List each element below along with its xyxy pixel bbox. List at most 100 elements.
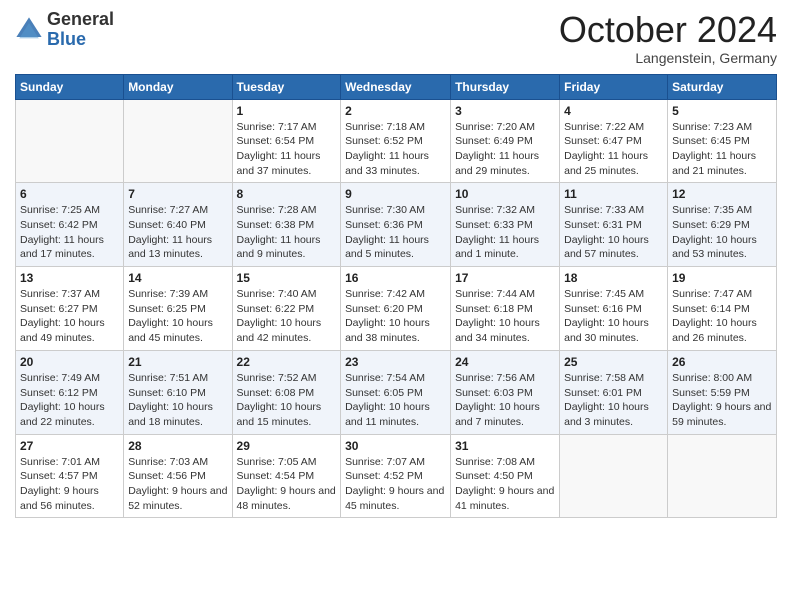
day-info: Sunrise: 7:35 AM Sunset: 6:29 PM Dayligh…	[672, 203, 772, 262]
calendar-cell: 31 Sunrise: 7:08 AM Sunset: 4:50 PM Dayli…	[451, 434, 560, 518]
day-info: Sunrise: 7:51 AM Sunset: 6:10 PM Dayligh…	[128, 371, 227, 430]
day-info: Sunrise: 7:20 AM Sunset: 6:49 PM Dayligh…	[455, 120, 555, 179]
day-info: Sunrise: 7:28 AM Sunset: 6:38 PM Dayligh…	[237, 203, 337, 262]
day-number: 25	[564, 355, 663, 369]
calendar-cell: 13 Sunrise: 7:37 AM Sunset: 6:27 PM Dayli…	[16, 267, 124, 351]
day-info: Sunrise: 7:45 AM Sunset: 6:16 PM Dayligh…	[564, 287, 663, 346]
calendar-cell: 20 Sunrise: 7:49 AM Sunset: 6:12 PM Dayli…	[16, 350, 124, 434]
day-number: 20	[20, 355, 119, 369]
day-number: 26	[672, 355, 772, 369]
calendar-cell: 15 Sunrise: 7:40 AM Sunset: 6:22 PM Dayli…	[232, 267, 341, 351]
day-info: Sunrise: 7:08 AM Sunset: 4:50 PM Dayligh…	[455, 455, 555, 514]
day-info: Sunrise: 7:54 AM Sunset: 6:05 PM Dayligh…	[345, 371, 446, 430]
calendar-cell: 23Sunrise: 7:54 AM Sunset: 6:05 PM Dayli…	[341, 350, 451, 434]
day-info: Sunrise: 7:56 AM Sunset: 6:03 PM Dayligh…	[455, 371, 555, 430]
calendar-week-row: 27 Sunrise: 7:01 AM Sunset: 4:57 PM Dayli…	[16, 434, 777, 518]
day-info: Sunrise: 7:18 AM Sunset: 6:52 PM Dayligh…	[345, 120, 446, 179]
calendar-cell: 7Sunrise: 7:27 AM Sunset: 6:40 PM Daylig…	[124, 183, 232, 267]
calendar-cell: 18 Sunrise: 7:45 AM Sunset: 6:16 PM Dayli…	[560, 267, 668, 351]
day-info: Sunrise: 7:52 AM Sunset: 6:08 PM Dayligh…	[237, 371, 337, 430]
day-number: 30	[345, 439, 446, 453]
day-number: 9	[345, 187, 446, 201]
day-number: 17	[455, 271, 555, 285]
day-number: 6	[20, 187, 119, 201]
logo-icon	[15, 16, 43, 44]
calendar-cell: 30 Sunrise: 7:07 AM Sunset: 4:52 PM Dayli…	[341, 434, 451, 518]
day-number: 14	[128, 271, 227, 285]
day-info: Sunrise: 7:42 AM Sunset: 6:20 PM Dayligh…	[345, 287, 446, 346]
month-title: October 2024	[559, 10, 777, 50]
day-number: 22	[237, 355, 337, 369]
day-info: Sunrise: 7:07 AM Sunset: 4:52 PM Dayligh…	[345, 455, 446, 514]
title-block: October 2024 Langenstein, Germany	[559, 10, 777, 66]
calendar-table: SundayMondayTuesdayWednesdayThursdayFrid…	[15, 74, 777, 519]
calendar-cell: 8 Sunrise: 7:28 AM Sunset: 6:38 PM Daylig…	[232, 183, 341, 267]
calendar-week-row: 6Sunrise: 7:25 AM Sunset: 6:42 PM Daylig…	[16, 183, 777, 267]
day-info: Sunrise: 7:37 AM Sunset: 6:27 PM Dayligh…	[20, 287, 119, 346]
day-number: 15	[237, 271, 337, 285]
day-number: 18	[564, 271, 663, 285]
day-number: 7	[128, 187, 227, 201]
day-number: 11	[564, 187, 663, 201]
logo-general: General	[47, 9, 114, 29]
day-number: 13	[20, 271, 119, 285]
day-number: 10	[455, 187, 555, 201]
calendar-cell: 26 Sunrise: 8:00 AM Sunset: 5:59 PM Dayli…	[668, 350, 777, 434]
day-number: 24	[455, 355, 555, 369]
day-number: 3	[455, 104, 555, 118]
calendar-cell: 27 Sunrise: 7:01 AM Sunset: 4:57 PM Dayli…	[16, 434, 124, 518]
day-info: Sunrise: 7:47 AM Sunset: 6:14 PM Dayligh…	[672, 287, 772, 346]
day-number: 12	[672, 187, 772, 201]
calendar-cell: 29Sunrise: 7:05 AM Sunset: 4:54 PM Dayli…	[232, 434, 341, 518]
calendar-week-row: 13 Sunrise: 7:37 AM Sunset: 6:27 PM Dayli…	[16, 267, 777, 351]
day-info: Sunrise: 7:30 AM Sunset: 6:36 PM Dayligh…	[345, 203, 446, 262]
day-number: 2	[345, 104, 446, 118]
page: General Blue October 2024 Langenstein, G…	[0, 0, 792, 612]
calendar-cell: 14 Sunrise: 7:39 AM Sunset: 6:25 PM Dayli…	[124, 267, 232, 351]
header: General Blue October 2024 Langenstein, G…	[15, 10, 777, 66]
day-info: Sunrise: 7:32 AM Sunset: 6:33 PM Dayligh…	[455, 203, 555, 262]
location-subtitle: Langenstein, Germany	[559, 50, 777, 66]
calendar-cell: 24 Sunrise: 7:56 AM Sunset: 6:03 PM Dayli…	[451, 350, 560, 434]
calendar-cell: 16Sunrise: 7:42 AM Sunset: 6:20 PM Dayli…	[341, 267, 451, 351]
col-header-sunday: Sunday	[16, 74, 124, 99]
day-info: Sunrise: 7:39 AM Sunset: 6:25 PM Dayligh…	[128, 287, 227, 346]
day-info: Sunrise: 7:17 AM Sunset: 6:54 PM Dayligh…	[237, 120, 337, 179]
calendar-week-row: 20 Sunrise: 7:49 AM Sunset: 6:12 PM Dayli…	[16, 350, 777, 434]
logo-blue: Blue	[47, 29, 86, 49]
calendar-cell	[124, 99, 232, 183]
col-header-monday: Monday	[124, 74, 232, 99]
col-header-saturday: Saturday	[668, 74, 777, 99]
day-info: Sunrise: 7:49 AM Sunset: 6:12 PM Dayligh…	[20, 371, 119, 430]
calendar-cell: 9 Sunrise: 7:30 AM Sunset: 6:36 PM Daylig…	[341, 183, 451, 267]
logo: General Blue	[15, 10, 114, 50]
day-number: 1	[237, 104, 337, 118]
day-number: 4	[564, 104, 663, 118]
calendar-cell: 2 Sunrise: 7:18 AM Sunset: 6:52 PM Daylig…	[341, 99, 451, 183]
calendar-cell: 6Sunrise: 7:25 AM Sunset: 6:42 PM Daylig…	[16, 183, 124, 267]
calendar-cell	[16, 99, 124, 183]
day-number: 28	[128, 439, 227, 453]
calendar-cell: 5Sunrise: 7:23 AM Sunset: 6:45 PM Daylig…	[668, 99, 777, 183]
day-info: Sunrise: 7:03 AM Sunset: 4:56 PM Dayligh…	[128, 455, 227, 514]
calendar-cell: 28 Sunrise: 7:03 AM Sunset: 4:56 PM Dayli…	[124, 434, 232, 518]
day-info: Sunrise: 7:44 AM Sunset: 6:18 PM Dayligh…	[455, 287, 555, 346]
day-number: 27	[20, 439, 119, 453]
calendar-cell: 10 Sunrise: 7:32 AM Sunset: 6:33 PM Dayli…	[451, 183, 560, 267]
day-number: 8	[237, 187, 337, 201]
calendar-cell: 22 Sunrise: 7:52 AM Sunset: 6:08 PM Dayli…	[232, 350, 341, 434]
calendar-cell: 1 Sunrise: 7:17 AM Sunset: 6:54 PM Daylig…	[232, 99, 341, 183]
day-info: Sunrise: 7:22 AM Sunset: 6:47 PM Dayligh…	[564, 120, 663, 179]
day-info: Sunrise: 7:58 AM Sunset: 6:01 PM Dayligh…	[564, 371, 663, 430]
col-header-tuesday: Tuesday	[232, 74, 341, 99]
day-number: 31	[455, 439, 555, 453]
calendar-cell: 25 Sunrise: 7:58 AM Sunset: 6:01 PM Dayli…	[560, 350, 668, 434]
day-info: Sunrise: 7:33 AM Sunset: 6:31 PM Dayligh…	[564, 203, 663, 262]
calendar-cell: 21Sunrise: 7:51 AM Sunset: 6:10 PM Dayli…	[124, 350, 232, 434]
calendar-cell: 3 Sunrise: 7:20 AM Sunset: 6:49 PM Daylig…	[451, 99, 560, 183]
day-info: Sunrise: 7:01 AM Sunset: 4:57 PM Dayligh…	[20, 455, 119, 514]
day-info: Sunrise: 8:00 AM Sunset: 5:59 PM Dayligh…	[672, 371, 772, 430]
logo-text: General Blue	[47, 10, 114, 50]
calendar-cell: 12 Sunrise: 7:35 AM Sunset: 6:29 PM Dayli…	[668, 183, 777, 267]
day-info: Sunrise: 7:40 AM Sunset: 6:22 PM Dayligh…	[237, 287, 337, 346]
